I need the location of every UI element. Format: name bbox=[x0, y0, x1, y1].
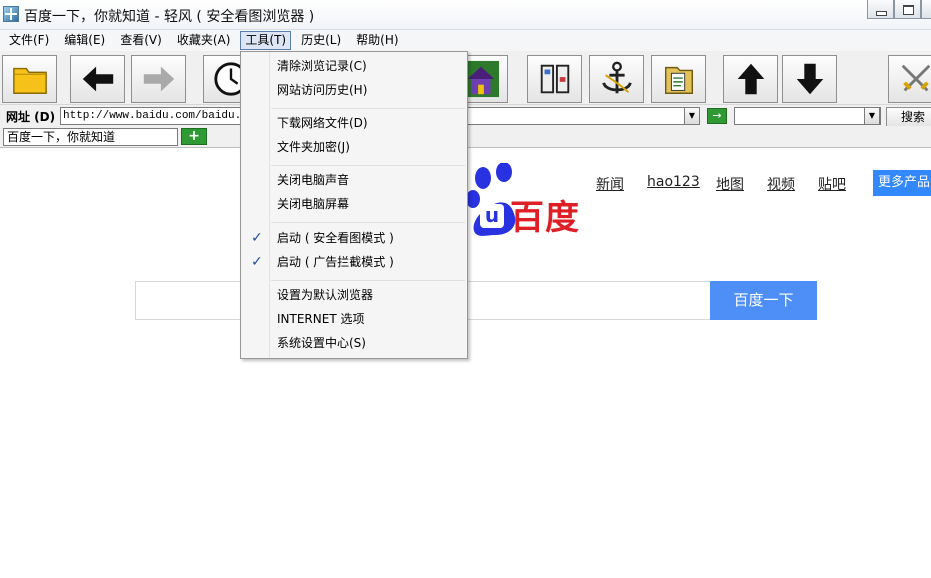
nav-link-news[interactable]: 新闻 bbox=[596, 174, 624, 194]
menu-separator bbox=[271, 280, 465, 281]
menu-help[interactable]: 帮助(H) bbox=[351, 31, 403, 50]
go-button[interactable]: → bbox=[707, 108, 727, 124]
window-controls bbox=[867, 0, 931, 20]
menu-file[interactable]: 文件(F) bbox=[4, 31, 54, 50]
nav-link-hao123[interactable]: hao123 bbox=[647, 174, 700, 190]
menu-item-set-default-browser[interactable]: 设置为默认浏览器 bbox=[242, 284, 466, 307]
baidu-logo-text: 百度 bbox=[510, 198, 580, 238]
nav-link-map[interactable]: 地图 bbox=[716, 174, 744, 194]
menu-separator bbox=[271, 165, 465, 166]
logo-badge: u bbox=[480, 204, 504, 228]
search-dropdown-button[interactable]: ▼ bbox=[864, 107, 880, 125]
documents-icon bbox=[664, 66, 693, 94]
menu-separator bbox=[271, 222, 465, 223]
folder-icon bbox=[12, 67, 47, 94]
open-folder-button[interactable] bbox=[2, 55, 57, 103]
menu-item-label: 文件夹加密(J) bbox=[277, 140, 350, 154]
menu-view[interactable]: 查看(V) bbox=[115, 31, 167, 50]
anchor-button[interactable] bbox=[589, 55, 644, 103]
menu-item-ad-block-mode[interactable]: ✓ 启动 ( 广告拦截模式 ) bbox=[242, 251, 466, 274]
menu-item-safe-image-mode[interactable]: ✓ 启动 ( 安全看图模式 ) bbox=[242, 227, 466, 250]
menu-item-mute-sound[interactable]: 关闭电脑声音 bbox=[242, 169, 466, 192]
menu-item-label: 下载网络文件(D) bbox=[277, 116, 368, 130]
menu-item-label: 启动 ( 广告拦截模式 ) bbox=[277, 255, 394, 269]
more-products-button[interactable]: 更多产品 bbox=[873, 170, 931, 196]
menu-history[interactable]: 历史(L) bbox=[296, 31, 346, 50]
menu-item-site-history[interactable]: 网站访问历史(H) bbox=[242, 79, 466, 102]
search-button[interactable]: 搜索 bbox=[886, 107, 931, 127]
back-arrow-icon bbox=[82, 66, 113, 92]
menu-favorites[interactable]: 收藏夹(A) bbox=[172, 31, 236, 50]
nav-link-video[interactable]: 视频 bbox=[767, 174, 795, 194]
panels-icon bbox=[540, 64, 569, 94]
tab-current[interactable]: 百度一下，你就知道 bbox=[3, 128, 178, 146]
minimize-button[interactable] bbox=[867, 0, 894, 19]
scroll-down-button[interactable] bbox=[782, 55, 837, 103]
menu-item-download-file[interactable]: 下载网络文件(D) bbox=[242, 112, 466, 135]
menu-item-internet-options[interactable]: INTERNET 选项 bbox=[242, 308, 466, 331]
checkmark-icon: ✓ bbox=[251, 230, 263, 246]
menu-separator bbox=[271, 108, 465, 109]
down-arrow-icon bbox=[796, 63, 823, 95]
menu-edit[interactable]: 编辑(E) bbox=[59, 31, 110, 50]
menu-item-folder-encrypt[interactable]: 文件夹加密(J) bbox=[242, 136, 466, 159]
window-title: 百度一下，你就知道 - 轻风 ( 安全看图浏览器 ) bbox=[24, 9, 315, 25]
menu-item-label: INTERNET 选项 bbox=[277, 312, 365, 326]
menu-item-label: 清除浏览记录(C) bbox=[277, 59, 367, 73]
maximize-button[interactable] bbox=[894, 0, 921, 19]
close-button[interactable] bbox=[921, 0, 931, 19]
chevron-down-icon: ▼ bbox=[868, 111, 876, 120]
crossed-swords-icon bbox=[901, 64, 930, 92]
baidu-search-button[interactable]: 百度一下 bbox=[710, 281, 817, 320]
up-arrow-icon bbox=[737, 63, 764, 95]
menu-item-label: 系统设置中心(S) bbox=[277, 336, 366, 350]
tools-menu: 清除浏览记录(C) 网站访问历史(H) 下载网络文件(D) 文件夹加密(J) 关… bbox=[240, 51, 468, 359]
menu-bar: 文件(F) 编辑(E) 查看(V) 收藏夹(A) 工具(T) 历史(L) 帮助(… bbox=[0, 30, 931, 51]
nav-link-tieba[interactable]: 贴吧 bbox=[818, 174, 846, 194]
checkmark-icon: ✓ bbox=[251, 254, 263, 270]
menu-item-label: 启动 ( 安全看图模式 ) bbox=[277, 231, 394, 245]
menu-item-label: 网站访问历史(H) bbox=[277, 83, 368, 97]
anchor-icon bbox=[601, 61, 632, 94]
app-icon bbox=[3, 6, 19, 22]
menu-item-label: 关闭电脑屏幕 bbox=[277, 197, 350, 211]
chevron-down-icon: ▼ bbox=[688, 111, 696, 120]
forward-arrow-icon bbox=[143, 66, 174, 92]
menu-item-label: 设置为默认浏览器 bbox=[277, 288, 374, 302]
address-dropdown-button[interactable]: ▼ bbox=[684, 107, 700, 125]
menu-item-screen-off[interactable]: 关闭电脑屏幕 bbox=[242, 193, 466, 216]
menu-item-label: 关闭电脑声音 bbox=[277, 173, 350, 187]
new-tab-button[interactable]: + bbox=[181, 128, 207, 145]
title-bar: 百度一下，你就知道 - 轻风 ( 安全看图浏览器 ) bbox=[0, 0, 931, 30]
menu-tools[interactable]: 工具(T) bbox=[240, 31, 292, 50]
search-input[interactable] bbox=[734, 107, 881, 125]
back-button[interactable] bbox=[70, 55, 125, 103]
menu-item-system-settings[interactable]: 系统设置中心(S) bbox=[242, 332, 466, 355]
scroll-up-button[interactable] bbox=[723, 55, 778, 103]
swords-button[interactable] bbox=[888, 55, 931, 103]
documents-button[interactable] bbox=[651, 55, 706, 103]
forward-button[interactable] bbox=[131, 55, 186, 103]
address-label: 网址 (D) bbox=[6, 110, 56, 124]
menu-item-clear-history[interactable]: 清除浏览记录(C) bbox=[242, 55, 466, 78]
panels-button[interactable] bbox=[527, 55, 582, 103]
